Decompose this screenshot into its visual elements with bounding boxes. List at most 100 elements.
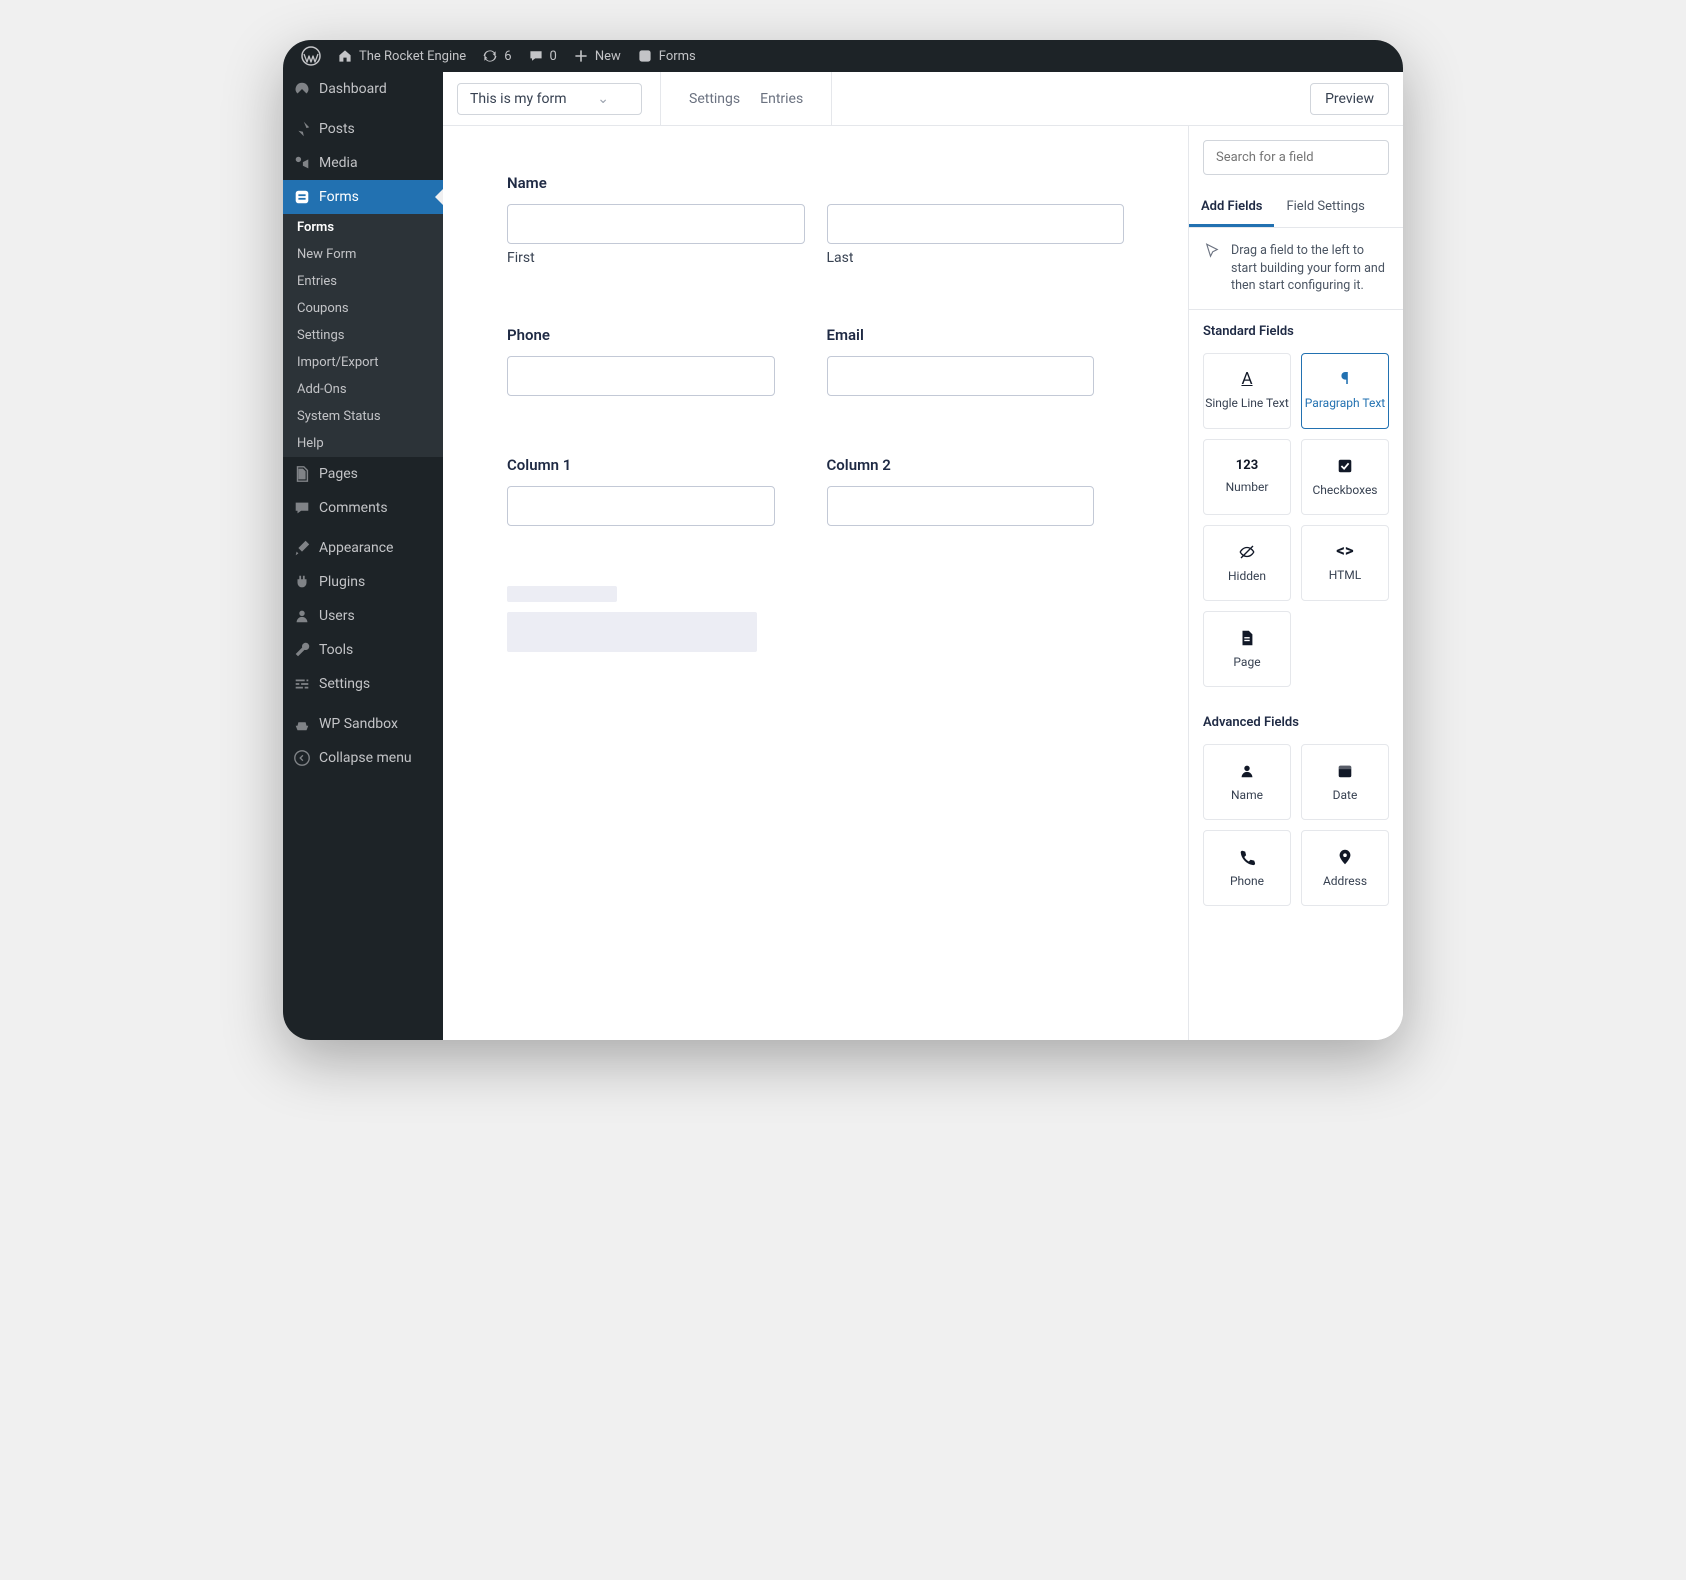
- plug-icon: [293, 573, 311, 591]
- new-link[interactable]: New: [565, 40, 629, 72]
- field-card-hidden[interactable]: Hidden: [1203, 525, 1291, 601]
- placeholder-input: [507, 612, 757, 652]
- wrench-icon: [293, 641, 311, 659]
- field-phone[interactable]: Phone: [507, 326, 805, 396]
- panel-hint-text: Drag a field to the left to start buildi…: [1231, 242, 1389, 295]
- menu-settings[interactable]: Settings: [283, 667, 443, 701]
- input-phone[interactable]: [507, 356, 775, 396]
- preview-button[interactable]: Preview: [1310, 83, 1389, 115]
- brush-icon: [293, 539, 311, 557]
- site-name-link[interactable]: The Rocket Engine: [329, 40, 474, 72]
- submenu-forms-settings[interactable]: Settings: [283, 322, 443, 349]
- admin-sidebar: Dashboard Posts Media Forms Forms New Fo…: [283, 72, 443, 1040]
- menu-dashboard[interactable]: Dashboard: [283, 72, 443, 106]
- field-label-col1: Column 1: [507, 456, 805, 474]
- section-advanced-title: Advanced Fields: [1203, 715, 1389, 730]
- tab-add-fields[interactable]: Add Fields: [1189, 189, 1274, 227]
- input-col1[interactable]: [507, 486, 775, 526]
- submenu-forms-help[interactable]: Help: [283, 430, 443, 457]
- text-icon: A: [1241, 371, 1252, 388]
- form-canvas[interactable]: Name First Last: [443, 126, 1188, 1040]
- field-card-address[interactable]: Address: [1301, 830, 1389, 906]
- comments-icon: [293, 499, 311, 517]
- sandbox-icon: [293, 715, 311, 733]
- comments-count: 0: [550, 49, 557, 64]
- code-icon: <>: [1336, 543, 1353, 560]
- field-card-phone[interactable]: Phone: [1203, 830, 1291, 906]
- cursor-icon: [1203, 242, 1221, 260]
- submenu-forms-import[interactable]: Import/Export: [283, 349, 443, 376]
- main-area: Dashboard Posts Media Forms Forms New Fo…: [283, 72, 1403, 1040]
- sublabel-last: Last: [827, 250, 1125, 266]
- refresh-icon: [482, 48, 498, 64]
- submenu-forms-new[interactable]: New Form: [283, 241, 443, 268]
- submenu-forms-addons[interactable]: Add-Ons: [283, 376, 443, 403]
- placeholder-label: [507, 586, 617, 602]
- field-col2[interactable]: Column 2: [827, 456, 1125, 526]
- field-card-date[interactable]: Date: [1301, 744, 1389, 820]
- field-card-page[interactable]: Page: [1203, 611, 1291, 687]
- field-card-paragraph[interactable]: ¶ Paragraph Text: [1301, 353, 1389, 429]
- field-col1[interactable]: Column 1: [507, 456, 805, 526]
- number-icon: 123: [1236, 459, 1258, 472]
- field-card-checkboxes[interactable]: Checkboxes: [1301, 439, 1389, 515]
- content-area: This is my form ⌄ Settings Entries Previ…: [443, 72, 1403, 1040]
- editor-toolbar: This is my form ⌄ Settings Entries Previ…: [443, 72, 1403, 126]
- field-label-name: Name: [507, 174, 1124, 192]
- comments-link[interactable]: 0: [520, 40, 565, 72]
- menu-comments[interactable]: Comments: [283, 491, 443, 525]
- person-icon: [1238, 762, 1256, 780]
- input-col2[interactable]: [827, 486, 1095, 526]
- media-icon: [293, 154, 311, 172]
- menu-pages[interactable]: Pages: [283, 457, 443, 491]
- dashboard-icon: [293, 80, 311, 98]
- toolbar-settings-link[interactable]: Settings: [679, 91, 750, 107]
- context-link[interactable]: Forms: [629, 40, 704, 72]
- field-email[interactable]: Email: [827, 326, 1125, 396]
- search-field-input[interactable]: [1203, 140, 1389, 175]
- sublabel-first: First: [507, 250, 805, 266]
- updates-count: 6: [504, 49, 511, 64]
- calendar-icon: [1336, 762, 1354, 780]
- menu-appearance[interactable]: Appearance: [283, 531, 443, 565]
- wp-logo[interactable]: [293, 40, 329, 72]
- updates-link[interactable]: 6: [474, 40, 519, 72]
- submenu-forms-status[interactable]: System Status: [283, 403, 443, 430]
- field-label-phone: Phone: [507, 326, 805, 344]
- field-card-single-line[interactable]: A Single Line Text: [1203, 353, 1291, 429]
- menu-users[interactable]: Users: [283, 599, 443, 633]
- menu-forms[interactable]: Forms: [283, 180, 443, 214]
- plus-icon: [573, 48, 589, 64]
- menu-tools[interactable]: Tools: [283, 633, 443, 667]
- input-last-name[interactable]: [827, 204, 1125, 244]
- field-card-name[interactable]: Name: [1203, 744, 1291, 820]
- submenu-forms-coupons[interactable]: Coupons: [283, 295, 443, 322]
- admin-bar: The Rocket Engine 6 0 New Forms: [283, 40, 1403, 72]
- menu-wp-sandbox[interactable]: WP Sandbox: [283, 707, 443, 741]
- menu-plugins[interactable]: Plugins: [283, 565, 443, 599]
- forms-context-icon: [637, 48, 653, 64]
- sliders-icon: [293, 675, 311, 693]
- input-email[interactable]: [827, 356, 1095, 396]
- field-label-email: Email: [827, 326, 1125, 344]
- menu-collapse[interactable]: Collapse menu: [283, 741, 443, 775]
- wordpress-icon: [301, 46, 321, 66]
- toolbar-entries-link[interactable]: Entries: [750, 91, 813, 107]
- user-icon: [293, 607, 311, 625]
- menu-media[interactable]: Media: [283, 146, 443, 180]
- form-selector[interactable]: This is my form ⌄: [457, 83, 642, 115]
- tab-field-settings[interactable]: Field Settings: [1274, 189, 1376, 227]
- field-card-html[interactable]: <> HTML: [1301, 525, 1389, 601]
- phone-icon: [1238, 848, 1256, 866]
- paragraph-icon: ¶: [1341, 371, 1349, 388]
- input-first-name[interactable]: [507, 204, 805, 244]
- app-frame: The Rocket Engine 6 0 New Forms Dashboar…: [283, 40, 1403, 1040]
- submenu-forms-entries[interactable]: Entries: [283, 268, 443, 295]
- menu-posts[interactable]: Posts: [283, 112, 443, 146]
- field-placeholder[interactable]: [507, 586, 1124, 652]
- hidden-icon: [1238, 543, 1256, 561]
- field-row-phone-email: Phone Email: [507, 326, 1124, 396]
- submenu-forms-forms[interactable]: Forms: [283, 214, 443, 241]
- field-card-number[interactable]: 123 Number: [1203, 439, 1291, 515]
- field-name[interactable]: Name First Last: [507, 174, 1124, 266]
